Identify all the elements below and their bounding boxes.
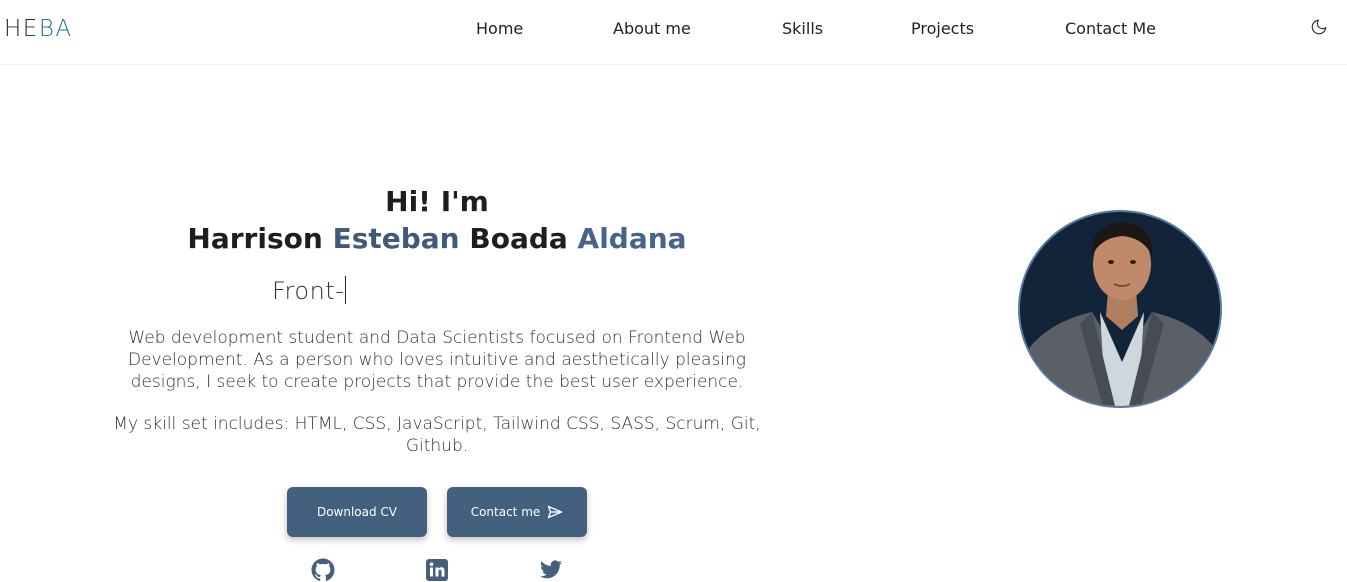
send-icon (548, 505, 563, 519)
typed-role-text: Front- (272, 276, 347, 305)
profile-photo (1018, 210, 1222, 408)
hero-skills: My skill set includes: HTML, CSS, JavaSc… (113, 414, 761, 456)
download-cv-label: Download CV (316, 505, 398, 519)
github-icon[interactable] (311, 558, 335, 582)
nav-home[interactable]: Home (476, 19, 523, 38)
contact-me-label: Contact me (470, 505, 541, 519)
hero-greeting: Hi! I'm (385, 185, 489, 218)
linkedin-icon[interactable] (425, 558, 449, 582)
contact-me-button[interactable]: Contact me (447, 487, 587, 537)
hero-heading: Hi! I'm Harrison Esteban Boada Aldana (97, 184, 777, 258)
nav-about-me[interactable]: About me (613, 19, 691, 38)
name-middle: Esteban (332, 222, 460, 255)
typed-text: Front- (272, 277, 345, 305)
nav-skills[interactable]: Skills (782, 19, 823, 38)
name-surname1: Boada (469, 222, 568, 255)
typing-caret (345, 276, 347, 304)
twitter-icon[interactable] (539, 558, 563, 582)
moon-icon[interactable] (1310, 18, 1330, 38)
hero-name: Harrison Esteban Boada Aldana (97, 220, 777, 258)
logo-part-ba: BA (38, 16, 73, 42)
logo-part-he: HE (4, 16, 39, 42)
nav-contact-me[interactable]: Contact Me (1065, 19, 1156, 38)
name-surname2: Aldana (577, 222, 687, 255)
name-first: Harrison (187, 222, 323, 255)
site-header: HEBA Home About me Skills Projects Conta… (0, 0, 1347, 65)
download-cv-button[interactable]: Download CV (287, 487, 427, 537)
hero-description: Web development student and Data Scienti… (127, 328, 747, 392)
nav-projects[interactable]: Projects (911, 19, 974, 38)
site-logo[interactable]: HEBA (4, 16, 73, 42)
